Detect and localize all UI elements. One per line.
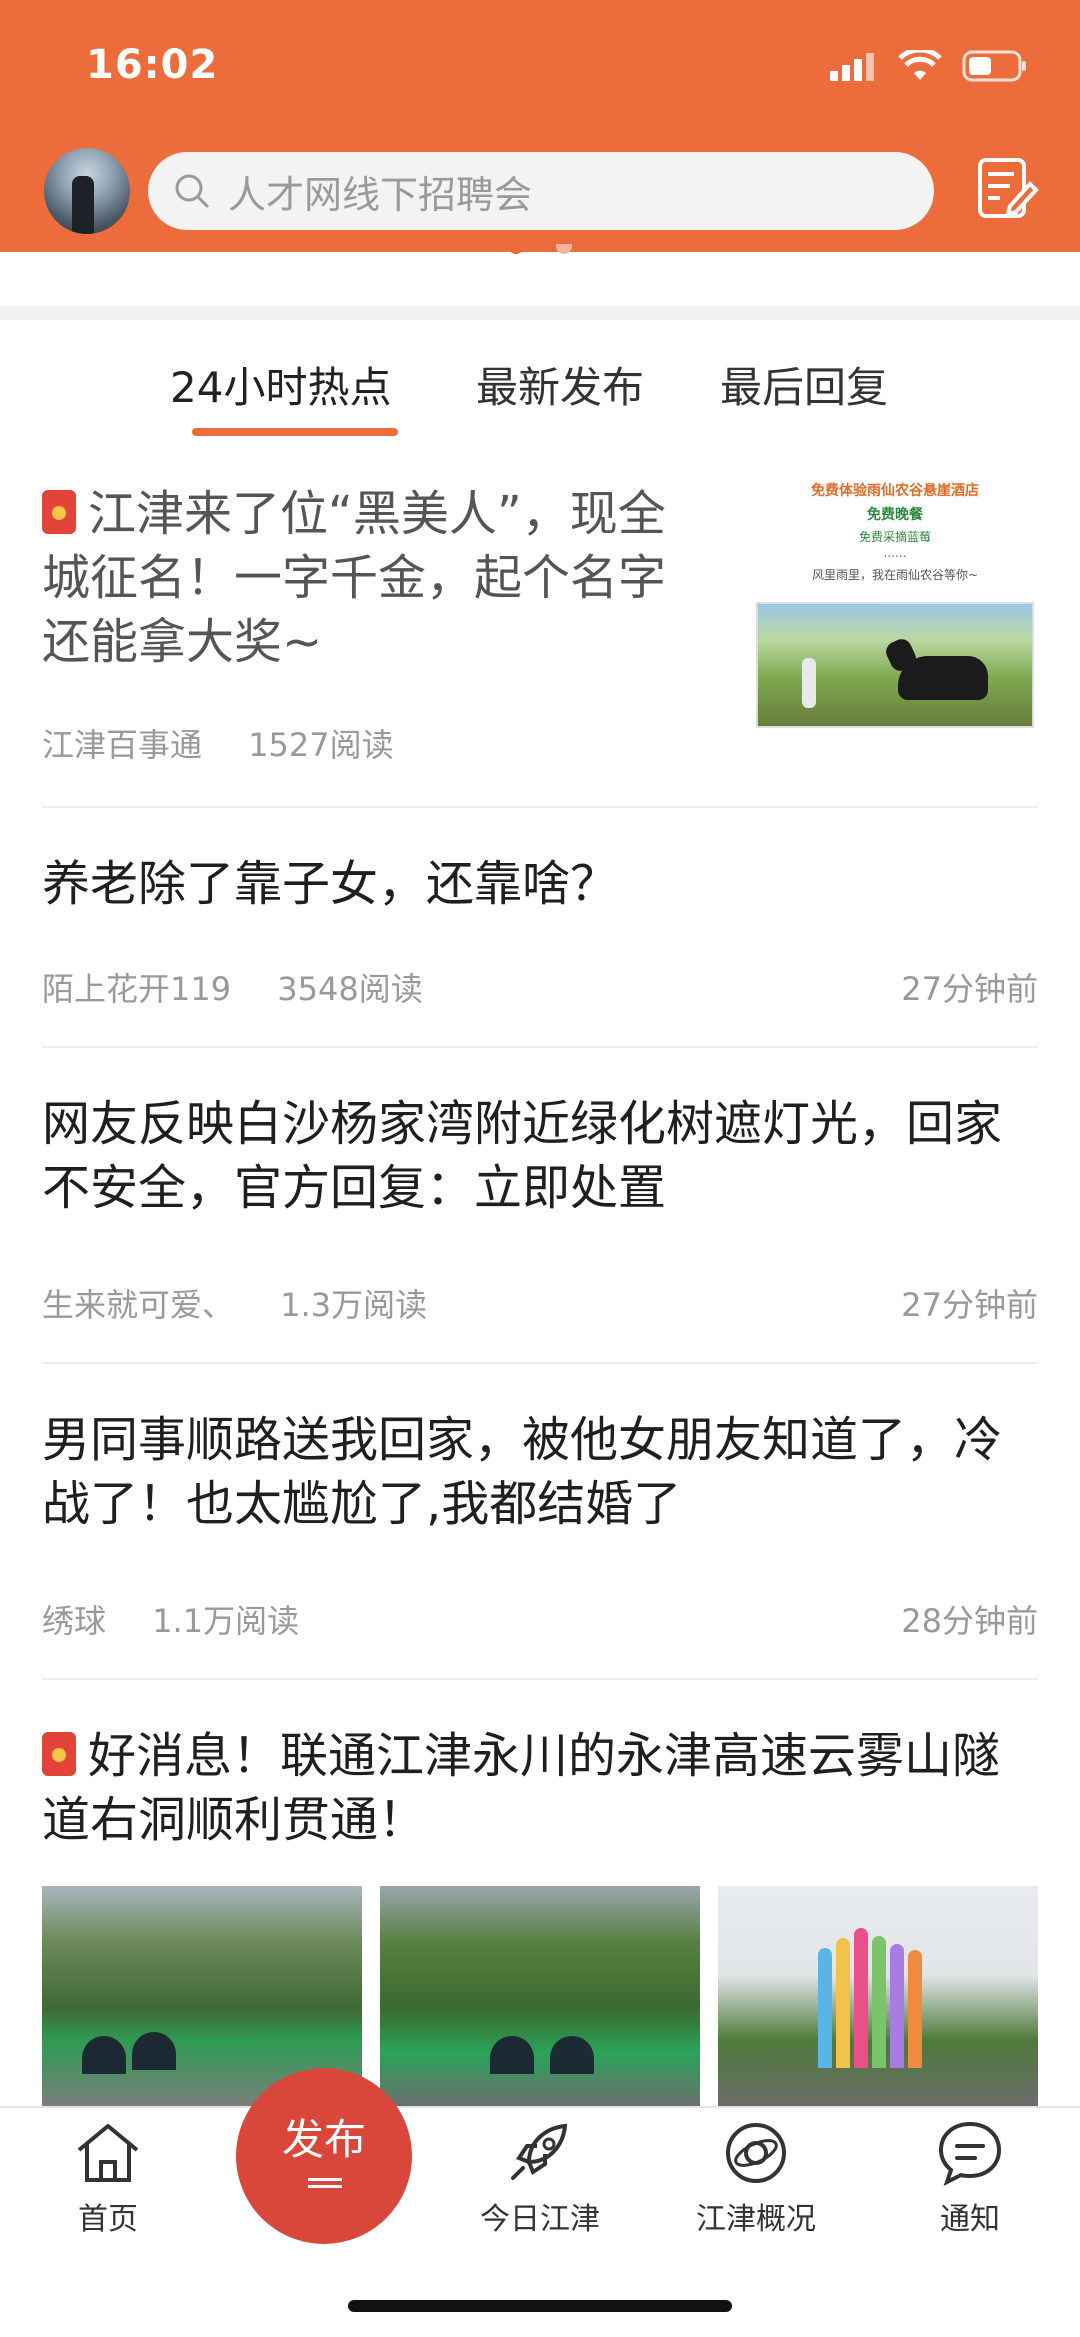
signal-icon [830,53,874,81]
publish-icon [308,2178,342,2188]
article-photo[interactable] [380,1886,700,2108]
tunnel-entrance [132,2032,176,2070]
article-source: 江津百事通 [42,726,203,764]
article-title: 男同事顺路送我回家，被他女朋友知道了，冷战了！也太尴尬了,我都结婚了 [42,1412,1003,1532]
article-item[interactable]: 好消息！联通江津永川的永津高速云雾山隧道右洞顺利贯通！ [42,1724,1038,1852]
nav-today-jiangjin[interactable]: 今日江津 [460,2120,620,2238]
color-burst [818,1948,832,2068]
article-reads: 3548阅读 [277,970,423,1008]
article-photo-row [42,1886,1038,2108]
divider [42,1362,1038,1364]
nav-label: 首页 [78,2202,138,2237]
home-indicator[interactable] [348,2300,732,2312]
planet-icon [726,2123,786,2183]
tab-latest[interactable]: 最新发布 [476,354,644,415]
article-reads: 1.1万阅读 [152,1602,300,1640]
thumb-line: 风里雨里，我在雨仙农谷等你~ [811,568,979,582]
article-item[interactable]: 网友反映白沙杨家湾附近绿化树遮灯光，回家不安全，官方回复：立即处置 [42,1092,1038,1220]
thumb-line: 免费体验雨仙农谷悬崖酒店 [811,483,979,499]
divider [42,1678,1038,1680]
article-source: 陌上花开119 [42,970,232,1008]
tunnel-entrance [550,2036,594,2074]
article-title: 养老除了靠子女，还靠啥？ [42,856,619,912]
rocket-icon [511,2123,568,2180]
divider [42,806,1038,808]
home-icon [77,2124,139,2182]
article-title: 好消息！联通江津永川的永津高速云雾山隧道右洞顺利贯通！ [42,1728,1001,1848]
article-title: 网友反映白沙杨家湾附近绿化树遮灯光，回家不安全，官方回复：立即处置 [42,1096,1003,1216]
color-burst [908,1950,922,2068]
feed-tabs: 24小时热点 最新发布 最后回复 [0,330,1080,440]
nav-label: 今日江津 [480,2202,600,2237]
color-burst [836,1938,850,2068]
search-icon [175,174,209,208]
search-placeholder: 人才网线下招聘会 [228,172,533,217]
article-time: 27分钟前 [901,1286,1038,1324]
article-thumbnail[interactable]: 免费体验雨仙农谷悬崖酒店 免费晚餐 免费采摘蓝莓 ...... 风里雨里，我在雨… [752,474,1038,736]
tab-last-reply[interactable]: 最后回复 [720,354,888,415]
person-figure [802,658,816,708]
color-burst [872,1936,886,2068]
wifi-icon [898,50,942,80]
article-time: 28分钟前 [901,1602,1038,1640]
color-burst [854,1928,868,2068]
battery-icon [962,50,1026,82]
article-reads: 1.3万阅读 [280,1286,428,1324]
article-meta: 陌上花开119 3548阅读 27分钟前 [42,964,1038,1010]
chat-bubble-icon [938,2121,1002,2186]
tunnel-entrance [490,2036,534,2074]
article-meta: 江津百事通 1527阅读 [42,720,394,766]
thumb-line: 免费晚餐 [867,507,923,523]
article-source: 绣球 [42,1602,107,1640]
article-item[interactable]: 养老除了靠子女，还靠啥？ [42,852,1038,916]
article-photo[interactable] [718,1886,1038,2108]
status-icons [830,50,1028,82]
red-packet-icon [42,1732,76,1776]
status-time: 16:02 [86,42,219,88]
nav-notifications[interactable]: 通知 [890,2120,1050,2238]
article-meta: 绣球 1.1万阅读 28分钟前 [42,1596,1038,1642]
publish-label: 发布 [281,2115,366,2164]
horse-photo [756,602,1034,728]
thumb-line: ...... [883,546,907,560]
app-header: 16:02 人才网线下招聘会 [0,0,1080,252]
article-item[interactable]: 江津来了位“黑美人”，现全城征名！一字千金，起个名字还能拿大奖~ [42,482,682,674]
article-source: 生来就可爱、 [42,1286,235,1324]
divider [42,1046,1038,1048]
tunnel-entrance [82,2036,126,2074]
pager-dot [556,244,572,254]
nav-jiangjin-overview[interactable]: 江津概况 [676,2120,836,2238]
article-time: 27分钟前 [901,970,1038,1008]
edit-note-icon[interactable] [976,156,1040,224]
nav-label: 江津概况 [696,2202,816,2237]
pager-dot-active [508,244,524,254]
nav-label: 通知 [940,2202,1000,2237]
article-title: 江津来了位“黑美人”，现全城征名！一字千金，起个名字还能拿大奖~ [42,486,667,670]
article-reads: 1527阅读 [248,726,394,764]
nav-home[interactable]: 首页 [28,2120,188,2238]
article-meta: 生来就可爱、 1.3万阅读 27分钟前 [42,1280,1038,1326]
thumb-line: 免费采摘蓝莓 [858,530,931,544]
user-avatar[interactable] [44,148,130,234]
section-separator [0,306,1080,320]
publish-button[interactable]: 发布 [236,2068,412,2244]
active-tab-indicator [192,428,398,436]
article-item[interactable]: 男同事顺路送我回家，被他女朋友知道了，冷战了！也太尴尬了,我都结婚了 [42,1408,1038,1536]
search-bar[interactable]: 人才网线下招聘会 [148,152,934,230]
banner-pager [0,244,1080,258]
tab-24h-hot[interactable]: 24小时热点 [170,354,391,415]
color-burst [890,1944,904,2068]
red-packet-icon [42,490,76,534]
